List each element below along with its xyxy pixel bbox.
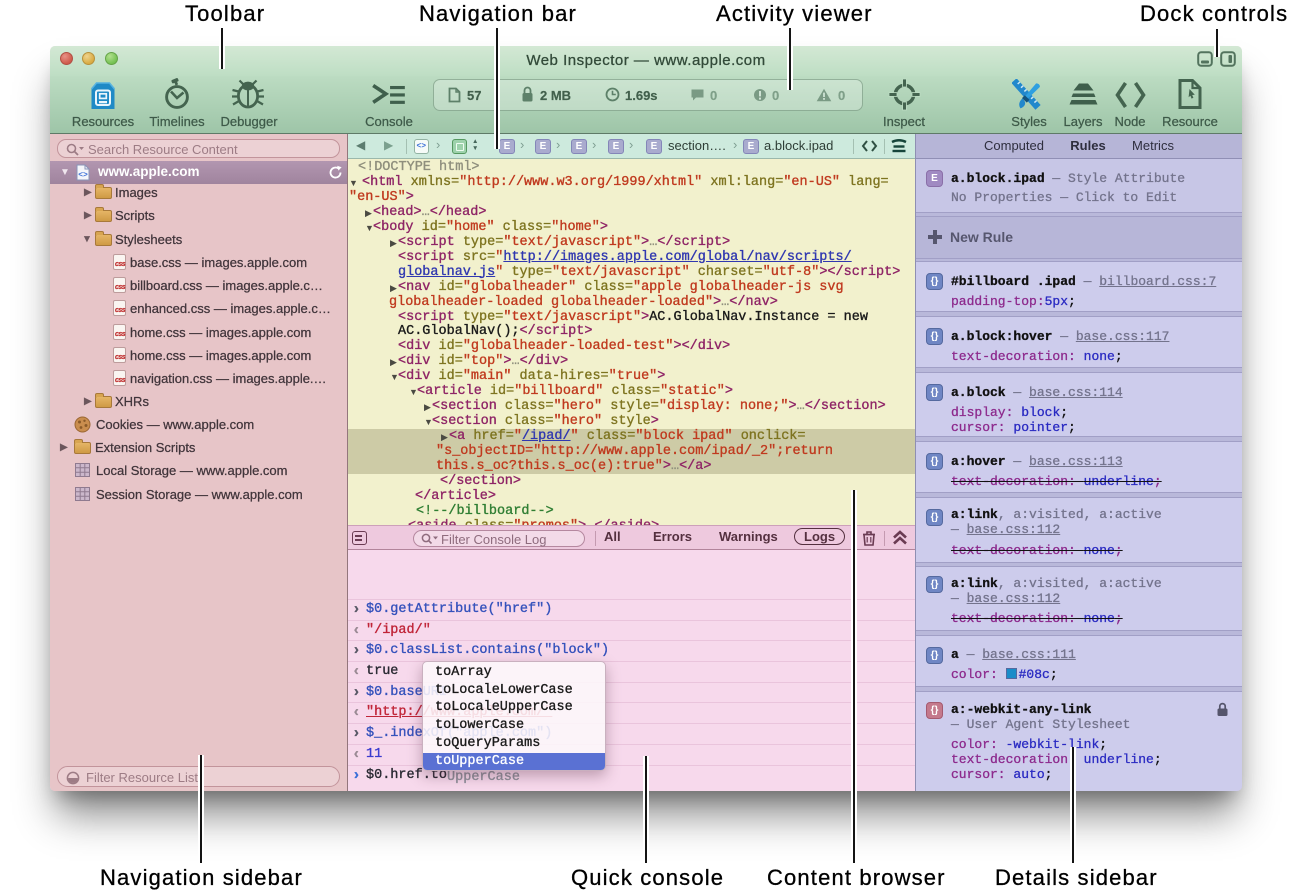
svg-text:<>: <>: [78, 171, 88, 180]
